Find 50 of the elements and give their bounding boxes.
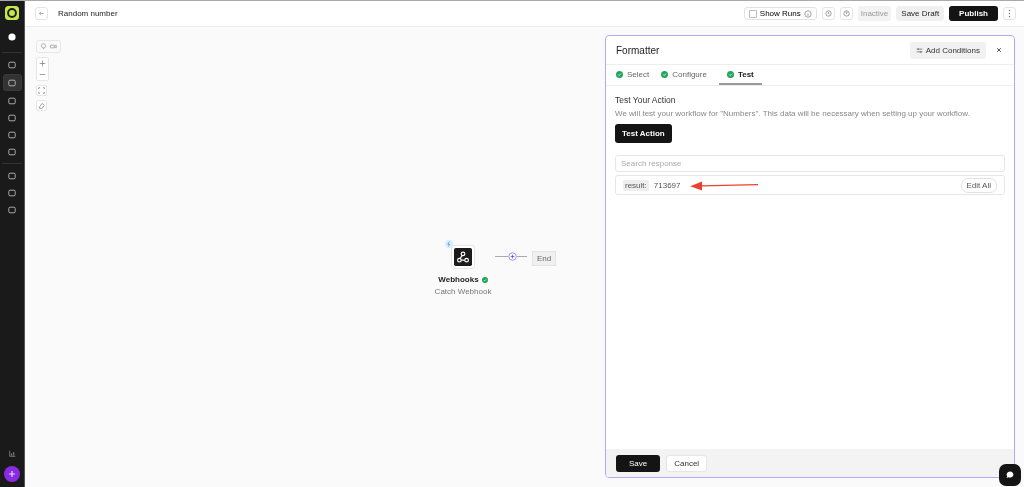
eraser-icon	[38, 102, 45, 109]
section-description: We will test your workflow for "Numbers". This data will be necessary when setting up your workflow.	[615, 109, 970, 118]
node-subtitle: Catch Webhook	[434, 287, 492, 296]
eraser-button[interactable]	[36, 100, 47, 111]
plus-icon	[39, 60, 46, 67]
minus-icon	[39, 71, 46, 78]
cancel-button[interactable]: Cancel	[666, 454, 708, 472]
status-label: Inactive	[857, 6, 892, 21]
chart-icon[interactable]	[8, 450, 16, 457]
trigger-icon	[445, 240, 453, 248]
test-action-button[interactable]: Test Action	[615, 124, 672, 143]
section-heading: Test Your Action	[615, 95, 676, 105]
add-step-icon[interactable]	[508, 252, 517, 261]
result-key: result:	[623, 179, 649, 191]
avatar-icon[interactable]	[8, 33, 16, 41]
check-icon	[726, 70, 734, 78]
help-icon	[842, 10, 850, 17]
zoom-in-button[interactable]	[37, 58, 48, 69]
workflow-title: Random number	[58, 9, 118, 18]
save-button[interactable]: Save	[616, 454, 661, 472]
panel-title: Formatter	[616, 44, 660, 56]
end-node: End	[532, 251, 557, 266]
webhook-node[interactable]	[451, 245, 475, 269]
logo-icon[interactable]	[5, 6, 19, 20]
chat-button[interactable]	[999, 464, 1021, 486]
node-title: Webhooks	[438, 275, 479, 284]
chat-icon	[1005, 470, 1015, 480]
ai-assistant-icon[interactable]	[4, 466, 20, 482]
step-tab[interactable]: Select	[616, 65, 654, 85]
save-draft-button[interactable]: Save Draft	[896, 6, 945, 21]
close-icon	[996, 47, 1002, 53]
back-arrow-icon	[38, 10, 45, 17]
check-icon	[661, 70, 669, 78]
step-tab[interactable]: Test	[718, 65, 762, 85]
search-field[interactable]: Search response	[615, 155, 1005, 172]
clock-icon	[824, 10, 832, 17]
check-icon	[616, 70, 623, 78]
sliders-icon	[915, 46, 923, 54]
info-icon	[803, 9, 812, 18]
edit-all-button[interactable]: Edit All	[960, 177, 997, 193]
step-tab[interactable]: Configure	[661, 65, 711, 85]
result-value: 713697	[653, 180, 681, 190]
add-conditions-button[interactable]: Add Conditions	[909, 41, 986, 59]
publish-button[interactable]: Publish	[949, 6, 998, 21]
show-runs-toggle[interactable]: Show Runs	[743, 7, 817, 20]
close-button[interactable]	[994, 45, 1004, 55]
nav-icon[interactable]	[2, 74, 22, 91]
webhook-icon	[454, 248, 472, 266]
checkbox[interactable]	[748, 9, 757, 18]
fit-view-icon	[38, 87, 45, 94]
